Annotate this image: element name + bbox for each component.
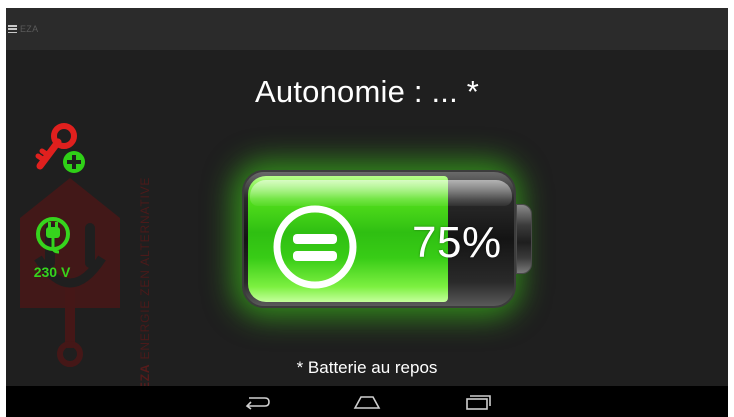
system-nav-bar: [6, 386, 728, 417]
home-button[interactable]: [347, 391, 387, 413]
top-bar: EZA: [6, 8, 728, 50]
home-icon: [353, 395, 381, 409]
back-icon: [245, 396, 270, 410]
battery-percent: 75%: [412, 218, 502, 267]
back-button[interactable]: [237, 391, 277, 413]
app-name: EZA: [20, 24, 39, 34]
menu-icon[interactable]: [8, 24, 17, 34]
battery-indicator: 75%: [236, 164, 536, 314]
battery-tip: [516, 204, 532, 274]
status-equal-icon: [273, 205, 357, 289]
plug-icon[interactable]: [35, 216, 71, 260]
screen: EZA EZA ENERGIE ZEN ALTERNATIVE 230 V Au…: [0, 0, 734, 417]
battery-footnote: * Batterie au repos: [296, 358, 438, 377]
app-window: EZA EZA ENERGIE ZEN ALTERNATIVE 230 V Au…: [6, 8, 728, 417]
battery-shine: [250, 180, 512, 206]
plug-voltage-label: 230 V: [33, 264, 71, 280]
autonomy-title: Autonomie : ... *: [255, 74, 479, 109]
recents-icon: [466, 394, 491, 410]
key-add-icon[interactable]: [34, 122, 92, 178]
recents-button[interactable]: [457, 391, 497, 413]
